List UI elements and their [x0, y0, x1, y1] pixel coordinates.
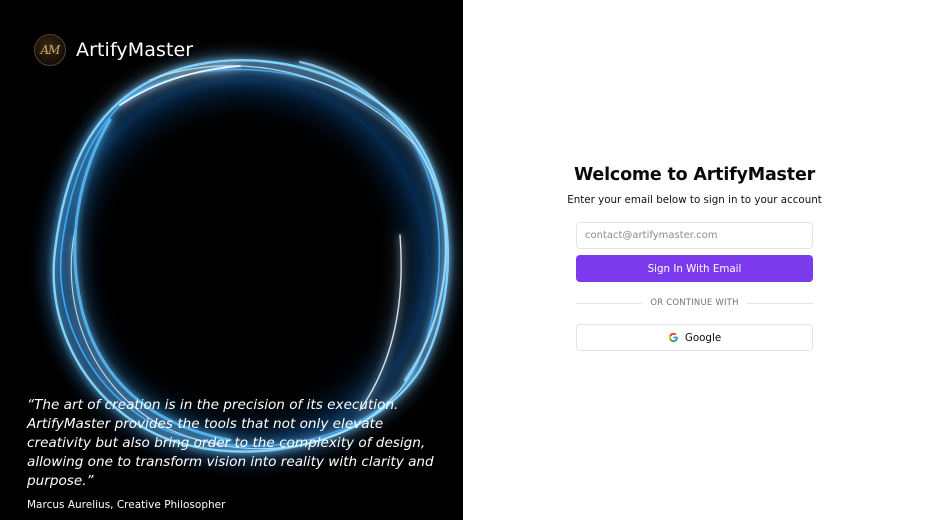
signin-form: Welcome to ArtifyMaster Enter your email… [567, 165, 822, 351]
google-button-label: Google [684, 331, 722, 344]
email-field[interactable] [576, 222, 813, 249]
google-icon [668, 332, 678, 343]
auth-panel: Welcome to ArtifyMaster Enter your email… [463, 0, 925, 520]
logo-monogram-text: AM [40, 43, 61, 57]
divider-line-right [746, 302, 813, 304]
login-page: AM ArtifyMaster “The art of creation is … [0, 0, 925, 520]
testimonial: “The art of creation is in the precision… [27, 396, 437, 511]
or-divider: OR CONTINUE WITH [576, 298, 813, 308]
testimonial-author: Marcus Aurelius, Creative Philosopher [27, 499, 226, 511]
divider-label: OR CONTINUE WITH [650, 298, 739, 308]
google-signin-button[interactable]: Google [576, 324, 813, 351]
brand-name: ArtifyMaster [76, 39, 194, 61]
monogram-logo-icon: AM [34, 34, 66, 66]
page-title: Welcome to ArtifyMaster [573, 165, 816, 185]
testimonial-quote: “The art of creation is in the precision… [27, 397, 434, 489]
hero-panel: AM ArtifyMaster “The art of creation is … [0, 0, 463, 520]
brand-header: AM ArtifyMaster [34, 34, 193, 66]
sign-in-with-email-button[interactable]: Sign In With Email [576, 255, 813, 282]
divider-line-left [576, 302, 643, 304]
page-subtitle: Enter your email below to sign in to you… [567, 194, 822, 206]
